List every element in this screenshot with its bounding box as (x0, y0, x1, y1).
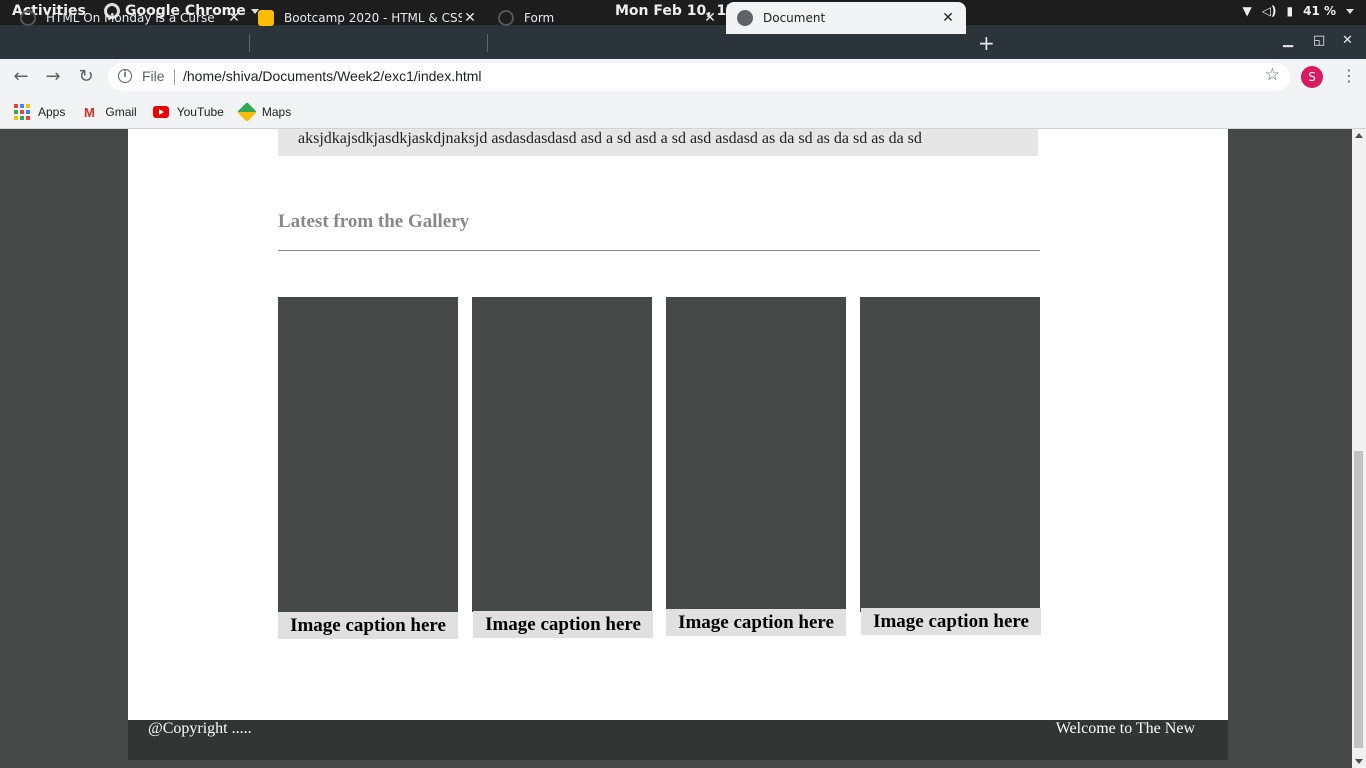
minimize-button[interactable]: ▁ (1283, 33, 1293, 48)
gallery-image (666, 297, 846, 612)
gallery-image (278, 297, 458, 612)
gallery-image (860, 297, 1040, 612)
gallery-image (472, 297, 652, 612)
maps-icon (236, 102, 257, 122)
image-caption: Image caption here (861, 608, 1041, 635)
page-viewport: aksjdkajsdkjasdkjaskdjnaksjd asdasdasdas… (0, 129, 1366, 768)
close-icon[interactable]: ✕ (702, 10, 718, 26)
page-content: aksjdkajsdkjasdkjaskdjnaksjd asdasdasdas… (128, 129, 1228, 720)
footer-copyright: @Copyright ..... (148, 720, 252, 737)
bookmark-star-icon[interactable]: ☆ (1265, 65, 1280, 85)
bookmark-label: Maps (261, 105, 292, 119)
url-divider (174, 69, 175, 85)
globe-icon (737, 10, 753, 26)
bookmark-label: Apps (38, 105, 66, 119)
tab-title: Document (763, 11, 826, 25)
battery-percent: 41 % (1303, 4, 1336, 18)
bookmark-label: YouTube (176, 105, 224, 119)
status-menu[interactable]: ▼ ◁) ▮ 41 % (1243, 4, 1354, 18)
forward-button[interactable]: → (42, 66, 64, 88)
profile-avatar[interactable]: S (1301, 66, 1323, 88)
bookmark-gmail[interactable]: M Gmail (81, 104, 137, 120)
tab-bootcamp[interactable]: Bootcamp 2020 - HTML & CSS - G ✕ (258, 2, 478, 34)
globe-icon (20, 10, 36, 26)
bookmark-label: Gmail (105, 105, 137, 119)
page-footer: @Copyright ..... Welcome to The New (128, 720, 1228, 760)
gallery-heading: Latest from the Gallery (278, 211, 470, 232)
tab-title: HTML On Monday Is a Curse (46, 11, 215, 25)
slides-icon (258, 10, 274, 26)
image-caption: Image caption here (278, 612, 458, 639)
image-caption: Image caption here (666, 609, 846, 636)
scroll-up-icon[interactable] (1355, 133, 1363, 138)
tab-form[interactable]: Form ✕ (498, 2, 718, 34)
tab-separator (249, 34, 250, 52)
new-tab-button[interactable]: + (978, 31, 995, 55)
scrollbar-thumb[interactable] (1354, 451, 1363, 748)
maximize-button[interactable]: ◱ (1313, 33, 1325, 48)
reload-button[interactable]: ↻ (75, 66, 97, 88)
back-button[interactable]: ← (10, 66, 32, 88)
volume-icon: ◁) (1261, 4, 1277, 18)
bookmark-youtube[interactable]: YouTube (152, 105, 224, 119)
address-bar[interactable]: i File /home/shiva/Documents/Week2/exc1/… (108, 63, 1290, 91)
tab-title: Form (524, 11, 555, 25)
menu-icon[interactable]: ⋮ (1341, 66, 1357, 85)
info-icon[interactable]: i (118, 69, 132, 83)
image-caption: Image caption here (473, 611, 653, 638)
apps-grid-icon (14, 104, 30, 120)
url-text[interactable]: /home/shiva/Documents/Week2/exc1/index.h… (183, 68, 482, 84)
vertical-scrollbar[interactable] (1352, 129, 1366, 768)
url-scheme-label: File (142, 68, 165, 84)
window-close-button[interactable]: ✕ (1342, 33, 1353, 48)
gallery-divider (278, 250, 1040, 251)
close-icon[interactable]: ✕ (226, 10, 242, 26)
bookmarks-bar: Apps M Gmail YouTube Maps (0, 96, 1366, 129)
close-icon[interactable]: ✕ (940, 10, 956, 26)
tab-title: Bootcamp 2020 - HTML & CSS - G (284, 11, 462, 25)
close-icon[interactable]: ✕ (462, 10, 478, 26)
text-paragraph-box: aksjdkajsdkjasdkjaskdjnaksjd asdasdasdas… (278, 129, 1038, 156)
scroll-down-icon[interactable] (1355, 759, 1363, 764)
battery-icon: ▮ (1286, 4, 1294, 18)
youtube-icon (152, 106, 169, 118)
tab-html-on-monday[interactable]: HTML On Monday Is a Curse ✕ (20, 2, 242, 34)
bookmark-apps[interactable]: Apps (14, 104, 65, 120)
gmail-icon: M (83, 104, 95, 120)
chevron-down-icon (1346, 8, 1354, 14)
paragraph-text: aksjdkajsdkjasdkjaskdjnaksjd asdasdasdas… (298, 130, 922, 147)
tab-separator (487, 34, 488, 52)
globe-icon (498, 10, 514, 26)
wifi-icon: ▼ (1242, 4, 1252, 18)
tab-document[interactable]: Document ✕ (726, 2, 966, 34)
footer-welcome: Welcome to The New (1055, 720, 1195, 737)
bookmark-maps[interactable]: Maps (236, 102, 292, 122)
